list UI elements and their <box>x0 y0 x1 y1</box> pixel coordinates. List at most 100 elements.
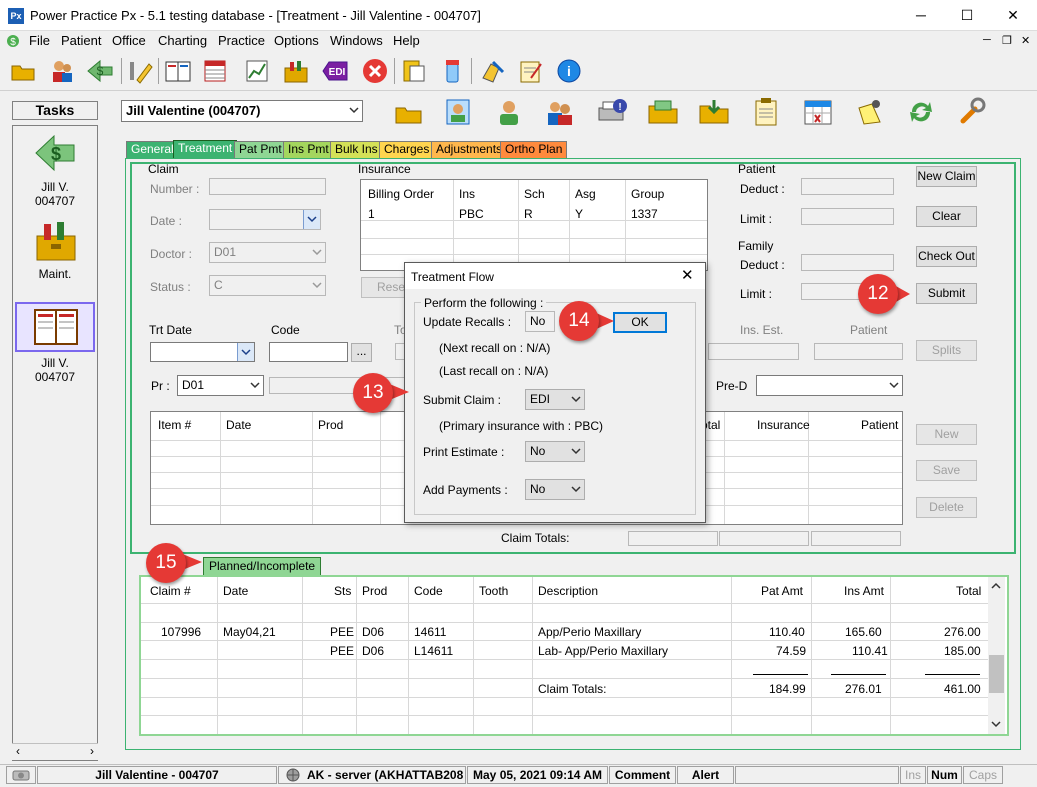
toolbox-icon[interactable] <box>33 218 79 264</box>
dollar-arrow-icon[interactable]: $ <box>32 130 78 176</box>
planned-cell[interactable]: App/Perio Maxillary <box>538 625 641 639</box>
patient-card-icon[interactable] <box>445 98 471 126</box>
status-comment[interactable]: Comment <box>609 766 676 784</box>
insurance-cell[interactable]: PBC <box>459 207 484 221</box>
mdi-minimize-button[interactable]: ─ <box>983 34 991 46</box>
dialog-close-icon[interactable]: ✕ <box>681 266 694 284</box>
tab-bulk-ins[interactable]: Bulk Ins <box>330 141 383 158</box>
add-payments-select[interactable]: No <box>525 479 585 500</box>
menu-windows[interactable]: Windows <box>330 33 383 48</box>
status-alert[interactable]: Alert <box>677 766 734 784</box>
planned-cell[interactable]: 107996 <box>161 625 201 639</box>
planned-cell[interactable]: Lab- App/Perio Maxillary <box>538 644 668 658</box>
save-item-button[interactable]: Save <box>916 460 977 481</box>
code-field[interactable] <box>269 342 348 362</box>
tab-ortho-plan[interactable]: Ortho Plan <box>500 141 568 158</box>
planned-cell[interactable]: 14611 <box>414 625 446 639</box>
notepad-icon[interactable] <box>515 56 545 86</box>
code-lookup-button[interactable]: ... <box>351 343 372 362</box>
insurance-cell[interactable]: 1337 <box>631 207 658 221</box>
edit-pencil-icon[interactable] <box>125 56 155 86</box>
planned-cell[interactable]: D06 <box>362 644 384 658</box>
planned-cell[interactable]: 165.60 <box>845 625 882 639</box>
menu-options[interactable]: Options <box>274 33 319 48</box>
person-icon[interactable] <box>496 98 522 126</box>
tab-adjustments[interactable]: Adjustments <box>431 141 508 158</box>
folder-download-icon[interactable] <box>698 98 730 126</box>
family-deduct-field[interactable] <box>801 254 894 271</box>
help-info-icon[interactable]: i <box>554 56 584 86</box>
folder-money-icon[interactable] <box>647 98 679 126</box>
cancel-red-icon[interactable] <box>360 56 390 86</box>
planned-cell[interactable]: L14611 <box>414 644 453 658</box>
note-pin-icon[interactable] <box>856 98 886 126</box>
planned-scrollbar[interactable] <box>988 577 1005 734</box>
billing-arrow-icon[interactable]: $ <box>85 56 115 86</box>
submit-button[interactable]: Submit <box>916 283 977 304</box>
task-label[interactable]: 004707 <box>12 194 98 208</box>
insurance-cell[interactable]: 1 <box>368 207 375 221</box>
tab-ins-pmt[interactable]: Ins Pmt <box>283 141 334 158</box>
pre-d-select[interactable] <box>756 375 903 396</box>
planned-cell[interactable]: PEE <box>330 625 354 639</box>
task-label[interactable]: 004707 <box>12 370 98 384</box>
medication-icon[interactable] <box>437 56 467 86</box>
insurance-cell[interactable]: Y <box>575 207 583 221</box>
tab-pat-pmt[interactable]: Pat Pmt <box>234 141 287 158</box>
open-folder-icon[interactable] <box>394 100 424 126</box>
mdi-restore-button[interactable]: ❐ <box>1002 34 1012 47</box>
maximize-button[interactable]: ☐ <box>944 0 990 31</box>
planned-cell[interactable]: May04,21 <box>223 625 276 639</box>
tasks-scrollbar[interactable]: ‹ › <box>12 743 98 760</box>
trt-patient-field[interactable] <box>814 343 903 360</box>
calendar-dropdown-button[interactable] <box>303 210 320 229</box>
clipboard-icon[interactable] <box>753 97 779 127</box>
print-alert-icon[interactable]: ! <box>596 98 628 126</box>
mdi-app-icon[interactable]: $ <box>5 33 21 49</box>
scroll-right-icon[interactable]: › <box>90 744 94 758</box>
menu-practice[interactable]: Practice <box>218 33 265 48</box>
check-out-button[interactable]: Check Out <box>916 246 977 267</box>
delete-item-button[interactable]: Delete <box>916 497 977 518</box>
ledger-icon[interactable] <box>200 56 230 86</box>
submit-claim-select[interactable]: EDI <box>525 389 585 410</box>
planned-cell[interactable]: 185.00 <box>944 644 981 658</box>
claim-status-select[interactable]: C <box>209 275 326 296</box>
tab-planned-incomplete[interactable]: Planned/Incomplete <box>203 557 322 575</box>
insurance-table[interactable]: Billing Order Ins Sch Asg Group 1 PBC R … <box>360 179 708 271</box>
ok-button[interactable]: OK <box>613 312 667 333</box>
planned-cell[interactable]: 110.41 <box>852 644 888 658</box>
menu-patient[interactable]: Patient <box>61 33 101 48</box>
claim-doctor-select[interactable]: D01 <box>209 242 326 263</box>
planned-cell[interactable]: PEE <box>330 644 354 658</box>
insurance-cell[interactable]: R <box>524 207 533 221</box>
planned-cell[interactable]: 276.00 <box>944 625 981 639</box>
reset-button[interactable]: Rese <box>361 277 409 298</box>
calendar-dropdown-button[interactable] <box>237 343 254 361</box>
splits-button[interactable]: Splits <box>916 340 977 361</box>
family-icon[interactable] <box>545 98 575 126</box>
provider-select[interactable]: D01 <box>177 375 264 396</box>
claim-number-field[interactable] <box>209 178 326 195</box>
menu-charting[interactable]: Charting <box>158 33 207 48</box>
planned-cell[interactable]: D06 <box>362 625 384 639</box>
task-label[interactable]: Jill V. <box>12 180 98 194</box>
tab-charges[interactable]: Charges <box>379 141 435 158</box>
menu-office[interactable]: Office <box>112 33 146 48</box>
planned-cell[interactable]: 110.40 <box>769 625 805 639</box>
close-button[interactable]: ✕ <box>990 0 1036 31</box>
documents-icon[interactable] <box>399 56 429 86</box>
patient-limit-field[interactable] <box>801 208 894 225</box>
toolbox-icon[interactable] <box>281 56 311 86</box>
claim-date-field[interactable] <box>209 209 321 230</box>
clear-button[interactable]: Clear <box>916 206 977 227</box>
planned-table[interactable]: Claim # Date Sts Prod Code Tooth Descrip… <box>141 577 988 734</box>
scroll-left-icon[interactable]: ‹ <box>16 744 20 758</box>
refresh-icon[interactable] <box>906 98 936 126</box>
task-label[interactable]: Jill V. <box>12 356 98 370</box>
tab-general[interactable]: General <box>126 141 179 158</box>
scroll-thumb[interactable] <box>989 655 1004 693</box>
wrench-icon[interactable] <box>957 97 987 127</box>
menu-help[interactable]: Help <box>393 33 420 48</box>
book-icon[interactable] <box>33 306 79 348</box>
